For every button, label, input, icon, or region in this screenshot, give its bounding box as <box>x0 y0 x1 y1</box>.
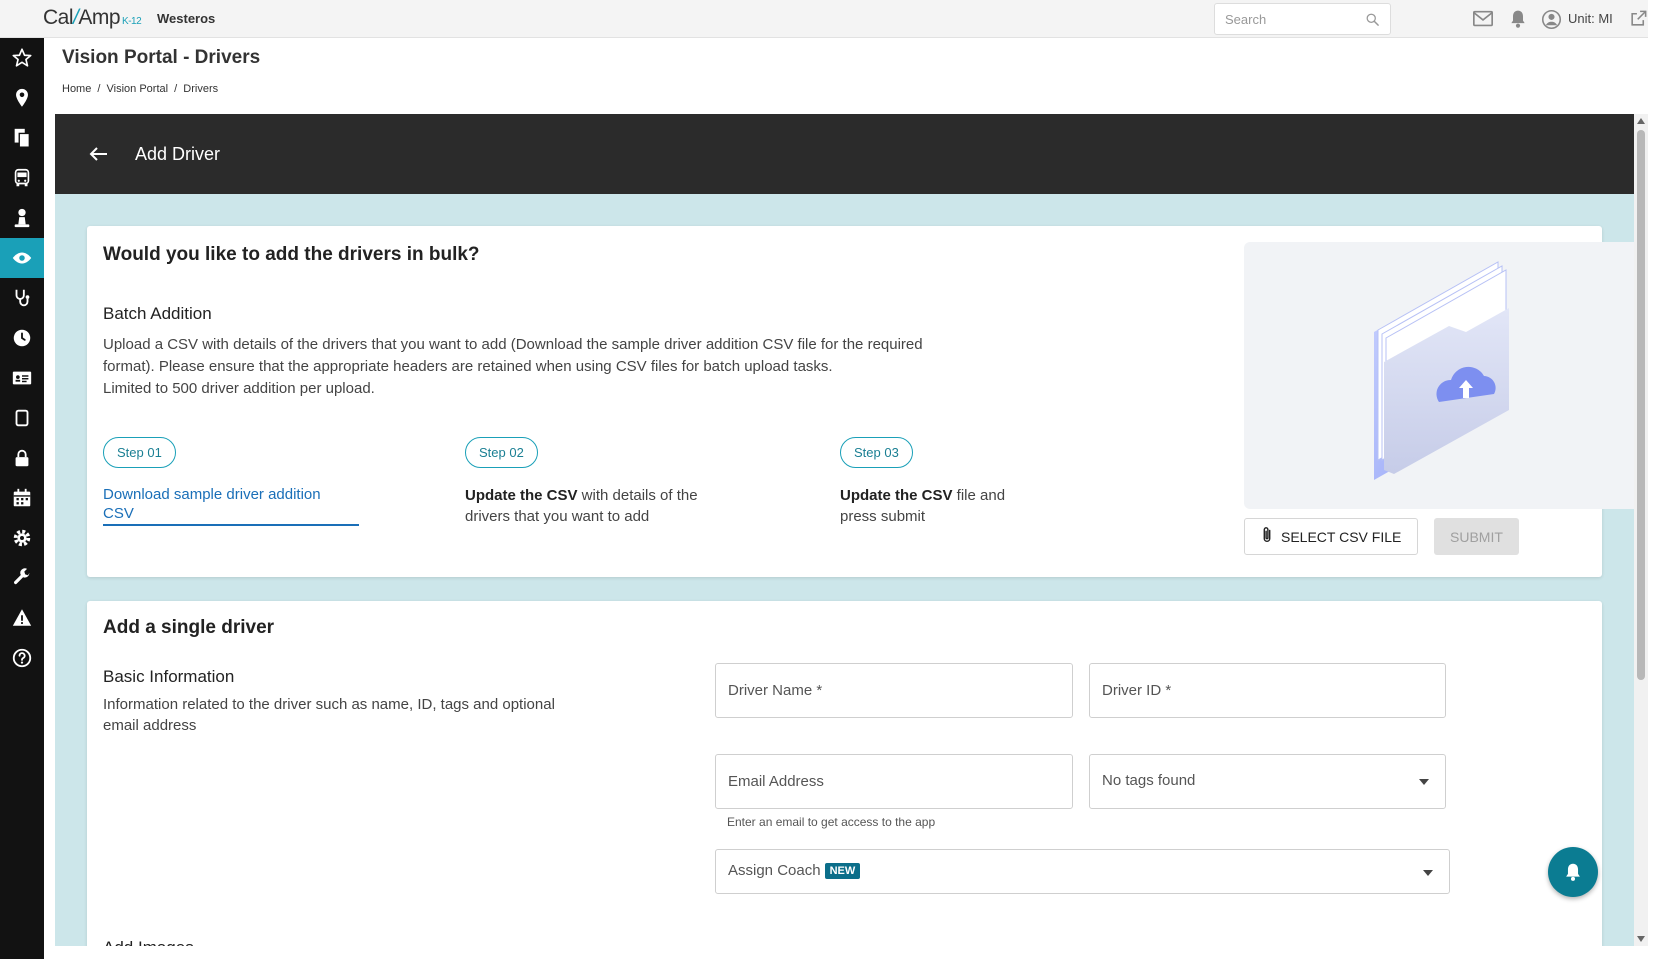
sidebar-item-alerts[interactable] <box>0 598 44 638</box>
add-driver-header: Add Driver <box>55 114 1634 194</box>
sidebar-item-vision-portal[interactable] <box>0 238 44 278</box>
sidebar-item-help[interactable] <box>0 638 44 678</box>
csv-upload-illustration <box>1244 242 1634 509</box>
location-pin-icon <box>16 88 28 107</box>
basic-information-title: Basic Information <box>103 667 235 686</box>
driver-id-input[interactable] <box>1090 664 1445 717</box>
stethoscope-icon <box>15 289 30 307</box>
scroll-up-arrow-icon[interactable] <box>1637 118 1645 124</box>
basic-information-description: Information related to the driver such a… <box>103 696 555 734</box>
user-avatar-icon[interactable] <box>1541 9 1562 35</box>
step-02-pill: Step 02 <box>465 437 538 468</box>
sidebar-item-drivers[interactable] <box>0 198 44 238</box>
calendar-icon <box>13 488 31 507</box>
id-card-icon <box>12 371 32 385</box>
tablet-icon <box>15 409 29 427</box>
scroll-down-arrow-icon[interactable] <box>1637 936 1645 942</box>
gear-icon <box>13 529 31 547</box>
driver-icon <box>14 208 30 228</box>
email-address-field[interactable] <box>715 754 1073 809</box>
sidebar-item-history[interactable] <box>0 318 44 358</box>
assign-coach-label: Assign Coach NEW <box>728 862 861 879</box>
top-bar: Cal/AmpK-12 Westeros Unit: MI <box>0 0 1661 38</box>
breadcrumb: Home / Vision Portal / Drivers <box>62 83 221 95</box>
new-badge: NEW <box>824 863 861 879</box>
driver-id-field[interactable] <box>1089 663 1446 718</box>
page-title: Vision Portal - Drivers <box>62 47 261 68</box>
help-icon <box>12 648 32 668</box>
driver-name-field[interactable] <box>715 663 1073 718</box>
warning-icon <box>12 609 32 626</box>
folder-cloud-upload-icon <box>1374 261 1509 480</box>
email-address-input[interactable] <box>716 755 1072 808</box>
email-helper-text: Enter an email to get access to the app <box>727 815 936 829</box>
single-driver-card: Add a single driver Basic Information In… <box>87 601 1602 946</box>
bell-icon <box>1566 863 1580 881</box>
content-scrollbar[interactable] <box>1634 114 1648 946</box>
header-title: Add Driver <box>135 144 221 164</box>
external-link-icon[interactable] <box>1629 9 1648 33</box>
sidebar-item-tools[interactable] <box>0 558 44 598</box>
assign-coach-select[interactable]: Assign Coach NEW <box>715 849 1450 894</box>
search-box[interactable] <box>1214 3 1391 35</box>
sidebar-item-documents[interactable] <box>0 118 44 158</box>
tags-select-value: No tags found <box>1102 772 1196 789</box>
step-03-text: Update the CSV file and press submit <box>840 487 1006 525</box>
back-arrow-icon[interactable] <box>87 142 111 166</box>
main-content: Add Driver Would you like to add the dri… <box>55 114 1634 946</box>
single-driver-heading: Add a single driver <box>103 617 275 638</box>
sidebar <box>0 38 44 959</box>
lock-icon <box>15 449 29 467</box>
breadcrumb-separator: / <box>97 83 101 95</box>
paperclip-icon <box>1261 526 1273 547</box>
search-input[interactable] <box>1215 4 1355 34</box>
dropdown-caret-icon <box>1419 779 1429 785</box>
sidebar-item-settings[interactable] <box>0 518 44 558</box>
step-02-text: Update the CSV with details of the drive… <box>465 487 698 525</box>
sidebar-item-devices[interactable] <box>0 398 44 438</box>
sidebar-item-id-cards[interactable] <box>0 358 44 398</box>
dropdown-caret-icon <box>1423 870 1433 876</box>
bulk-add-card: Would you like to add the drivers in bul… <box>87 226 1634 577</box>
wrench-icon <box>13 568 30 585</box>
add-images-title: Add Images <box>103 938 194 946</box>
search-icon[interactable] <box>1365 12 1380 32</box>
select-csv-file-button[interactable]: SELECT CSV FILE <box>1244 518 1419 555</box>
sidebar-item-calendar[interactable] <box>0 478 44 518</box>
bulk-heading: Would you like to add the drivers in bul… <box>103 244 480 265</box>
sidebar-item-favorites[interactable] <box>0 38 44 78</box>
tags-select[interactable]: No tags found <box>1089 754 1446 809</box>
download-sample-csv-link[interactable]: Download sample driver addition CSV <box>103 485 359 526</box>
star-icon <box>12 48 32 67</box>
batch-addition-title: Batch Addition <box>103 304 212 323</box>
bell-icon[interactable] <box>1508 9 1528 34</box>
bus-icon <box>14 168 30 187</box>
documents-icon <box>14 128 31 148</box>
sidebar-item-health[interactable] <box>0 278 44 318</box>
breadcrumb-drivers: Drivers <box>183 83 219 95</box>
org-name: Westeros <box>157 11 216 26</box>
breadcrumb-home[interactable]: Home <box>62 83 91 95</box>
unit-label[interactable]: Unit: MI <box>1568 11 1613 26</box>
breadcrumb-separator: / <box>174 83 178 95</box>
sidebar-item-vehicles[interactable] <box>0 158 44 198</box>
eye-icon <box>12 252 32 264</box>
breadcrumb-vision-portal[interactable]: Vision Portal <box>107 83 169 95</box>
notification-fab-button[interactable] <box>1548 847 1598 897</box>
mail-icon[interactable] <box>1472 9 1494 34</box>
submit-button[interactable]: SUBMIT <box>1434 518 1519 555</box>
sidebar-item-security[interactable] <box>0 438 44 478</box>
scroll-thumb[interactable] <box>1637 130 1645 680</box>
step-01-pill: Step 01 <box>103 437 176 468</box>
calamp-logo[interactable]: Cal/Amp K-12 <box>43 6 142 30</box>
clock-icon <box>13 329 31 347</box>
batch-description: Upload a CSV with details of the drivers… <box>103 336 923 397</box>
driver-name-input[interactable] <box>716 664 1072 717</box>
sidebar-item-location[interactable] <box>0 78 44 118</box>
window-edge <box>1648 0 1661 959</box>
step-03-pill: Step 03 <box>840 437 913 468</box>
